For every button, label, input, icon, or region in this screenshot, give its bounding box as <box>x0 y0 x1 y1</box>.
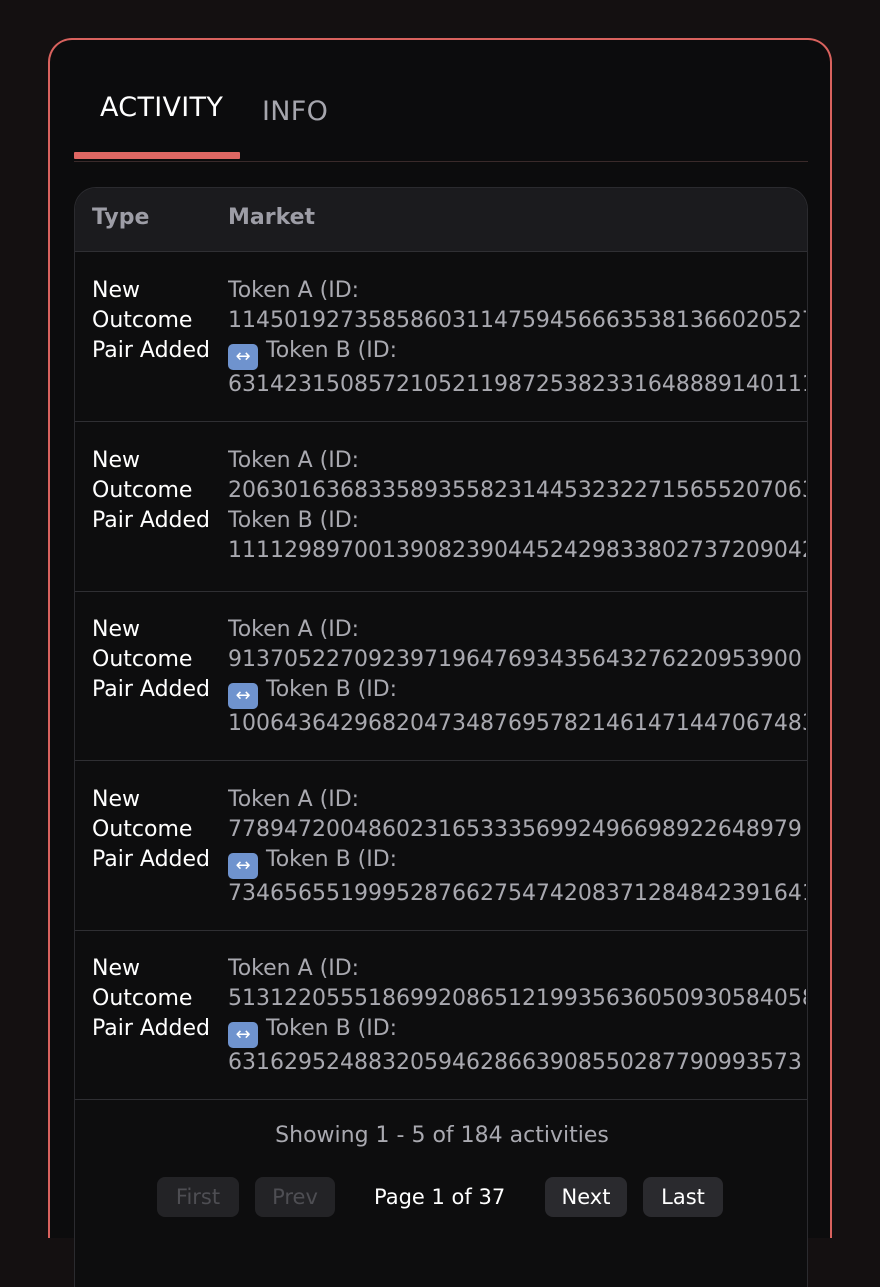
market-cell: Token A (ID: 1145019273585860311475945666… <box>228 276 806 400</box>
token-b-label: Token B (ID: <box>266 1016 398 1041</box>
table-row[interactable]: New Outcome Pair Added Token A (ID: 114501… <box>75 252 807 422</box>
token-b-id: 1006436429682047348769578214614714470674… <box>228 711 806 736</box>
market-cell: Token A (ID: 5131220555186992086512199356… <box>228 954 806 1078</box>
pagination-controls: First Prev Page 1 of 37 Next Last <box>75 1177 807 1217</box>
active-tab-indicator <box>74 152 240 159</box>
token-b-label: Token B (ID: <box>266 846 398 872</box>
prev-page-button[interactable]: Prev <box>255 1177 335 1217</box>
market-cell: Token A (ID: 7789472004860231653335699249… <box>228 785 806 909</box>
token-a-id-line: 5131220555186992086512199356360509305840… <box>228 984 806 1014</box>
activity-type: New Outcome Pair Added <box>92 786 211 872</box>
token-a-label: Token A (ID: <box>228 447 360 473</box>
token-b-label-line: ↔ Token B (ID: <box>228 845 806 879</box>
tab-activity[interactable]: ACTIVITY <box>100 92 223 123</box>
token-a-id-line: 2063016368335893558231445323227156552070… <box>228 476 806 506</box>
column-header-type: Type <box>92 205 150 230</box>
token-a-label: Token A (ID: <box>228 956 360 981</box>
tab-info[interactable]: INFO <box>262 96 328 127</box>
token-a-label-line: Token A (ID: <box>228 276 806 306</box>
token-b-id: 6316295248832059462866390855028779099357… <box>228 1050 802 1075</box>
token-a-label-line: Token A (ID: <box>228 954 806 984</box>
token-a-label-line: Token A (ID: <box>228 615 806 645</box>
token-a-id: 5131220555186992086512199356360509305840… <box>228 986 806 1011</box>
table-header: Type Market <box>75 188 807 252</box>
tab-bar: ACTIVITY INFO <box>74 40 808 162</box>
token-b-id: 1111298970013908239044524298338027372090… <box>228 537 806 563</box>
activity-type: New Outcome Pair Added <box>92 617 211 702</box>
left-right-arrow-icon: ↔ <box>228 1022 258 1048</box>
token-b-label: Token B (ID: <box>228 507 360 533</box>
activity-type: New Outcome Pair Added <box>92 278 211 363</box>
first-page-button[interactable]: First <box>157 1177 239 1217</box>
token-a-label-line: Token A (ID: <box>228 785 806 815</box>
token-b-label-line: ↔ Token B (ID: <box>228 1014 806 1048</box>
activity-table: Type Market New Outcome Pair Added Token … <box>74 187 808 1287</box>
table-row[interactable]: New Outcome Pair Added Token A (ID: 913705… <box>75 591 807 761</box>
token-a-label: Token A (ID: <box>228 278 360 303</box>
token-b-label-line: Token B (ID: <box>228 506 806 536</box>
column-header-market: Market <box>228 205 316 230</box>
token-b-id: 6314231508572105211987253823316488891401… <box>228 372 806 397</box>
token-b-id-line: 7346565519995287662754742083712848423916… <box>228 879 806 909</box>
activity-card: ACTIVITY INFO Type Market New Outcome Pa… <box>48 38 832 1287</box>
token-b-id-line: 1006436429682047348769578214614714470674… <box>228 709 806 739</box>
token-b-label-line: ↔ Token B (ID: <box>228 336 806 370</box>
page-indicator: Page 1 of 37 <box>374 1185 506 1209</box>
token-a-id-line: 1145019273585860311475945666353813660205… <box>228 306 806 336</box>
left-right-arrow-icon: ↔ <box>228 852 258 879</box>
activity-type: New Outcome Pair Added <box>92 956 211 1041</box>
token-a-id: 7789472004860231653335699249669892264897… <box>228 816 802 842</box>
token-b-label: Token B (ID: <box>266 677 398 702</box>
market-cell: Token A (ID: 9137052270923971964769343564… <box>228 615 806 739</box>
table-row[interactable]: New Outcome Pair Added Token A (ID: 206301… <box>75 422 807 592</box>
token-a-label: Token A (ID: <box>228 786 360 812</box>
left-right-arrow-icon: ↔ <box>228 344 258 370</box>
token-b-id-line: 6316295248832059462866390855028779099357… <box>228 1048 806 1078</box>
token-a-id: 9137052270923971964769343564327622095390… <box>228 647 802 672</box>
token-a-id: 1145019273585860311475945666353813660205… <box>228 308 806 333</box>
token-a-id-line: 7789472004860231653335699249669892264897… <box>228 815 806 845</box>
token-a-label: Token A (ID: <box>228 617 360 642</box>
token-a-id: 2063016368335893558231445323227156552070… <box>228 477 806 503</box>
activity-type: New Outcome Pair Added <box>92 447 211 533</box>
token-a-label-line: Token A (ID: <box>228 446 806 476</box>
pagination-summary: Showing 1 - 5 of 184 activities <box>275 1123 609 1148</box>
table-row[interactable]: New Outcome Pair Added Token A (ID: 778947… <box>75 761 807 931</box>
token-b-label-line: ↔ Token B (ID: <box>228 675 806 709</box>
next-page-button[interactable]: Next <box>545 1177 627 1217</box>
token-a-id-line: 9137052270923971964769343564327622095390… <box>228 645 806 675</box>
token-b-id: 7346565519995287662754742083712848423916… <box>228 880 806 906</box>
token-b-id-line: 6314231508572105211987253823316488891401… <box>228 370 806 400</box>
last-page-button[interactable]: Last <box>643 1177 723 1217</box>
token-b-id-line: 1111298970013908239044524298338027372090… <box>228 536 806 566</box>
token-b-label: Token B (ID: <box>266 338 398 363</box>
table-row[interactable]: New Outcome Pair Added Token A (ID: 513122… <box>75 930 807 1100</box>
market-cell: Token A (ID: 2063016368335893558231445323… <box>228 446 806 566</box>
left-right-arrow-icon: ↔ <box>228 683 258 709</box>
